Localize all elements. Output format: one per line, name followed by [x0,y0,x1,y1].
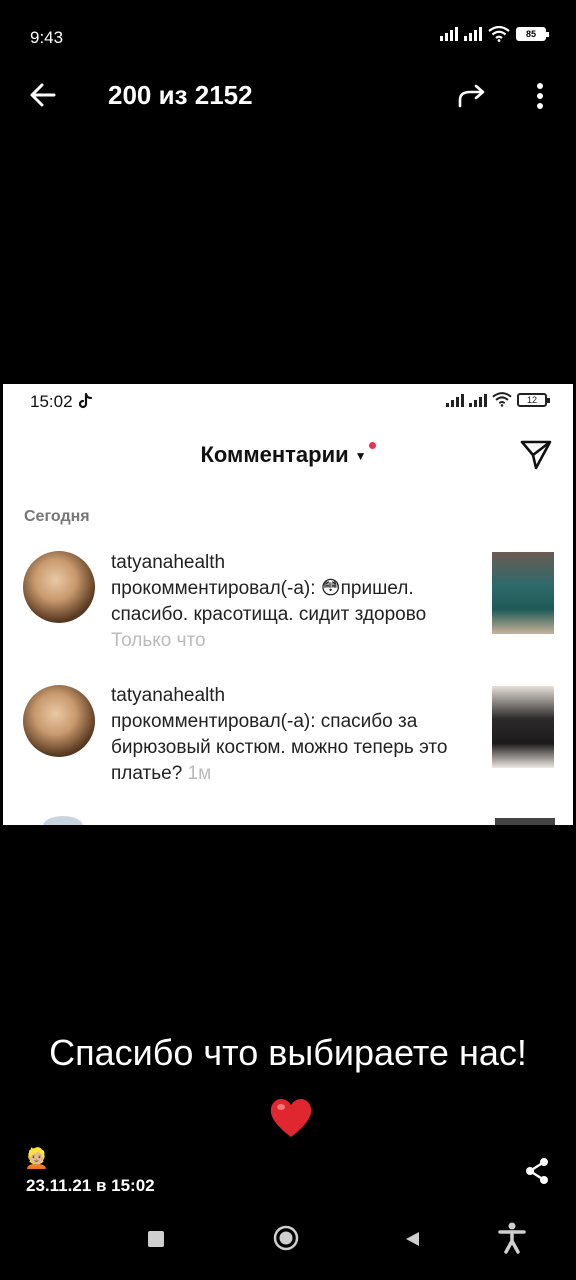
battery-icon: 85 [516,27,549,41]
nav-home-icon[interactable] [273,1225,299,1251]
inner-signal-icon-2 [469,393,487,407]
wifi-icon [488,26,510,42]
inner-wifi-icon [492,392,512,407]
section-label-today: Сегодня [24,508,90,525]
video-thumbnail[interactable] [492,686,554,768]
inner-status-icons: 12 [446,392,550,407]
signal-icon [440,27,458,41]
nav-square-icon[interactable] [148,1231,164,1247]
inner-status-time: 15:02 [30,392,93,412]
comments-title[interactable]: Комментарии ▼ [3,442,573,468]
comment-text: прокомментировал(-а): спасибо за бирюзов… [111,711,448,784]
send-icon[interactable] [519,438,553,472]
comment-time: 1м [187,763,212,784]
caption-text: Спасибо что выбираете нас! [49,1032,527,1073]
comment-username: tatyanahealth [111,552,226,573]
comment-text: прокомментировал(-а): 😳пришел. спасибо. … [111,578,427,625]
comment-item[interactable]: tatyanahealth прокомментировал(-а): 😳при… [111,550,481,654]
date-label: 23.11.21 в 15:02 [26,1176,155,1195]
avatar[interactable] [23,551,95,623]
status-time: 9:43 [30,28,64,47]
thumbnail-partial [495,818,555,825]
inner-battery-icon: 12 [517,392,550,407]
status-icons: 85 [440,26,549,42]
more-vert-icon[interactable] [530,80,550,112]
avatar[interactable] [23,685,95,757]
signal-icon-2 [464,27,482,41]
comment-username: tatyanahealth [111,685,226,706]
share-nodes-icon[interactable] [524,1157,550,1185]
comment-item[interactable]: tatyanahealth прокомментировал(-а): спас… [111,683,481,787]
accessibility-icon[interactable] [498,1222,526,1254]
dropdown-caret-icon: ▼ [354,449,367,464]
inner-signal-icon [446,393,464,407]
avatar-partial [43,816,83,825]
nav-back-icon[interactable] [403,1230,421,1248]
heart-icon [270,1099,312,1137]
video-thumbnail[interactable] [492,552,554,634]
comment-time: Только что [111,630,206,651]
share-icon[interactable] [456,80,488,112]
embedded-screenshot[interactable]: 15:02 12 Комментарии ▼ Сегодня tatyanahea… [3,384,573,825]
media-counter: 200 из 2152 [108,80,253,110]
notification-dot [368,442,376,449]
back-arrow-icon[interactable] [28,78,58,112]
tiktok-icon [79,392,93,409]
person-emoji: 👱🏼 [24,1148,49,1170]
